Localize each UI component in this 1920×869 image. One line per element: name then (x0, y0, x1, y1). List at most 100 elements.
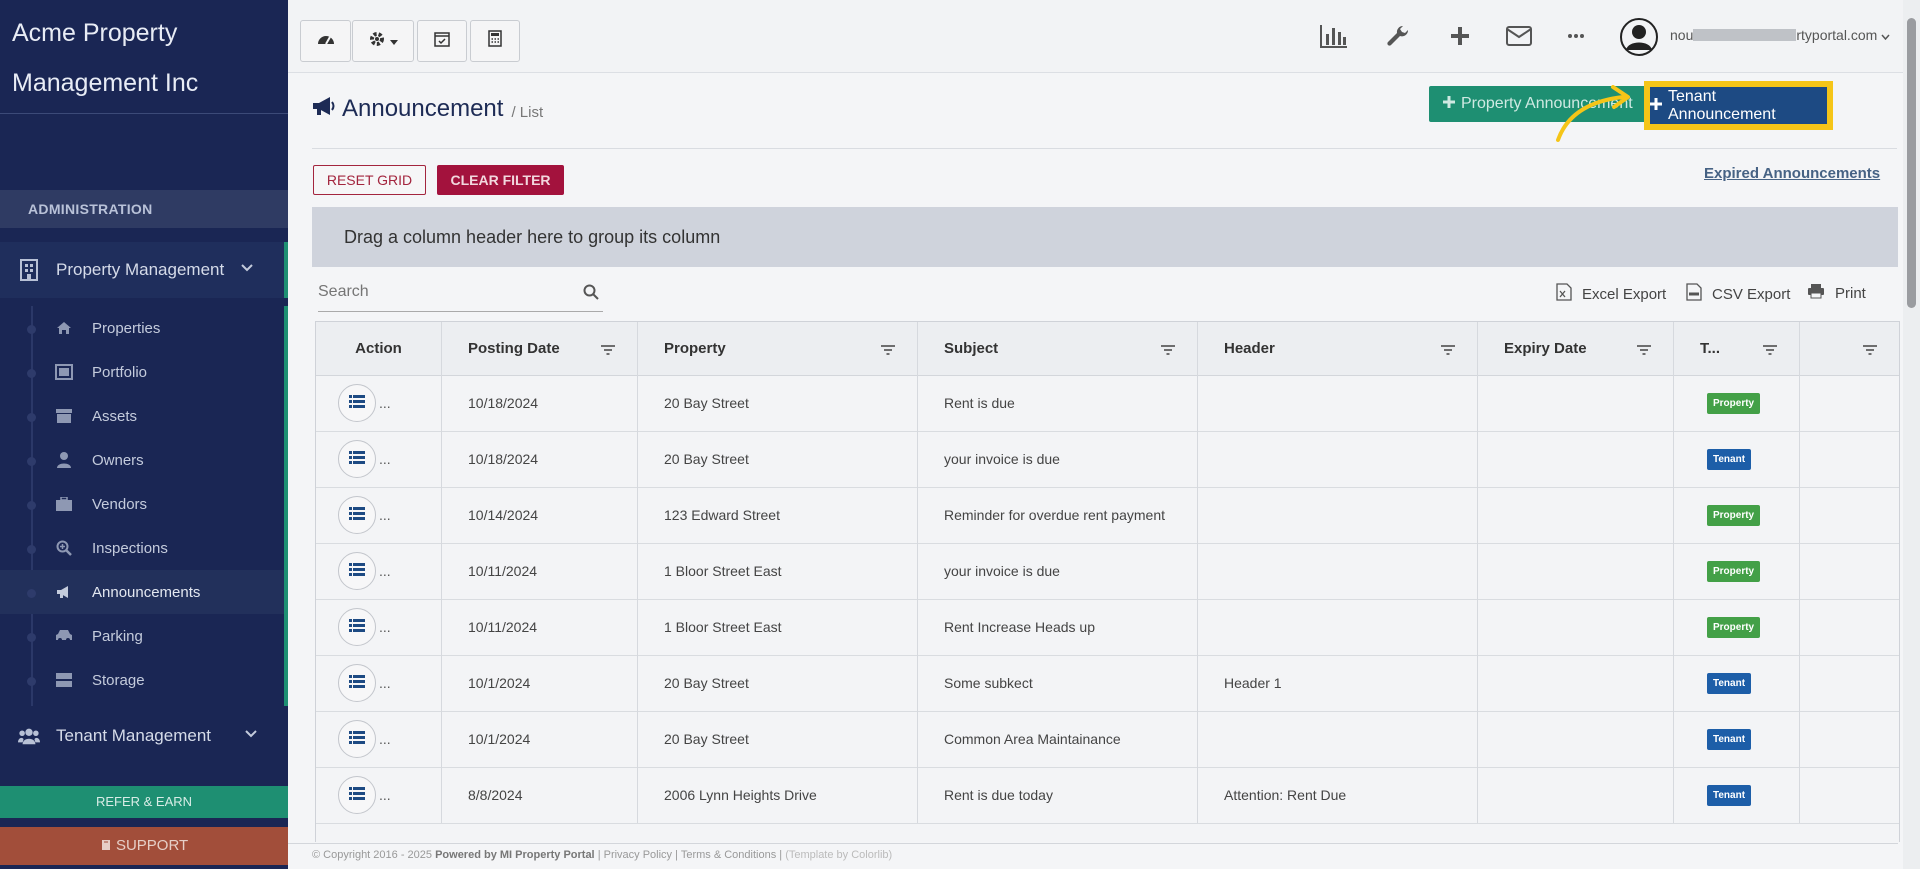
table-row[interactable]: ... 10/11/2024 1 Bloor Street East your inv… (316, 543, 1899, 600)
subject-cell: your invoice is due (918, 543, 1198, 599)
column-header-label: Action (355, 340, 402, 357)
column-header-expiry-date[interactable]: Expiry Date (1478, 322, 1674, 375)
sidebar-item-label: Properties (92, 319, 161, 337)
header-cell (1198, 487, 1478, 543)
table-row[interactable]: ... 10/18/2024 20 Bay Street Rent is due Pro… (316, 375, 1899, 432)
row-more-indicator[interactable]: ... (379, 563, 391, 579)
print-button[interactable]: Print (1807, 283, 1866, 303)
calendar-button[interactable] (417, 20, 467, 62)
sidebar-item-inspections[interactable]: Inspections (0, 526, 284, 570)
nav-dot (27, 413, 36, 422)
tenant-announcement-label: Tenant Announcement (1668, 87, 1776, 123)
users-icon (18, 725, 40, 747)
column-header-header[interactable]: Header (1198, 322, 1478, 375)
row-actions-button[interactable] (338, 496, 376, 534)
calculator-button[interactable] (470, 20, 520, 62)
row-actions-button[interactable] (338, 384, 376, 422)
brand-name[interactable]: Acme Property Management Inc (0, 0, 288, 114)
table-row[interactable]: ... 8/8/2024 2006 Lynn Heights Drive Rent i… (316, 767, 1899, 824)
refer-and-earn-button[interactable]: REFER & EARN (0, 786, 288, 818)
plus-icon (1650, 97, 1662, 115)
sidebar-item-portfolio[interactable]: Portfolio (0, 350, 284, 394)
row-more-indicator[interactable]: ... (379, 787, 391, 803)
more-icon[interactable] (1560, 20, 1592, 52)
sidebar-group-tenant-management[interactable]: Tenant Management (0, 708, 288, 764)
filter-icon[interactable] (1637, 342, 1651, 359)
mail-icon[interactable] (1503, 20, 1535, 52)
filter-icon[interactable] (1863, 342, 1877, 359)
add-icon[interactable] (1444, 20, 1476, 52)
filter-icon[interactable] (1161, 342, 1175, 359)
reports-chart-icon[interactable] (1318, 20, 1350, 52)
filter-icon[interactable] (1441, 342, 1455, 359)
page-scrollbar[interactable] (1903, 0, 1920, 869)
clear-filter-button[interactable]: CLEAR FILTER (437, 165, 564, 195)
row-actions-button[interactable] (338, 552, 376, 590)
sidebar-item-owners[interactable]: Owners (0, 438, 284, 482)
table-row[interactable]: ... 10/1/2024 20 Bay Street Some subkect Hea… (316, 655, 1899, 712)
row-actions-button[interactable] (338, 664, 376, 702)
reset-grid-button[interactable]: RESET GRID (313, 165, 426, 195)
user-menu[interactable]: nou rtyportal.com (1670, 27, 1890, 43)
sidebar-group-property-management[interactable]: Property Management (0, 242, 288, 298)
column-header-posting-date[interactable]: Posting Date (442, 322, 638, 375)
dashboard-button[interactable] (300, 20, 351, 62)
row-actions-button[interactable] (338, 720, 376, 758)
list-icon (349, 731, 365, 747)
footer-powered-by[interactable]: Powered by MI Property Portal (435, 849, 595, 861)
sidebar-item-vendors[interactable]: Vendors (0, 482, 284, 526)
column-header-property[interactable]: Property (638, 322, 918, 375)
settings-dropdown-button[interactable] (352, 20, 414, 62)
group-by-drop-zone[interactable]: Drag a column header here to group its c… (312, 207, 1898, 267)
csv-export-button[interactable]: CSV Export (1686, 283, 1790, 305)
excel-export-button[interactable]: Excel Export (1556, 283, 1666, 305)
table-row[interactable]: ... 10/11/2024 1 Bloor Street East Rent Inc… (316, 599, 1899, 656)
filter-icon[interactable] (1763, 342, 1777, 359)
posting-date-cell: 10/1/2024 (442, 655, 638, 711)
scrollbar-thumb[interactable] (1907, 18, 1916, 308)
brand-line-2: Management Inc (12, 69, 199, 97)
tenant-announcement-button[interactable]: Tenant Announcement (1650, 87, 1827, 124)
sidebar-item-label: Parking (92, 627, 143, 645)
row-more-indicator[interactable]: ... (379, 675, 391, 691)
row-actions-button[interactable] (338, 776, 376, 814)
row-more-indicator[interactable]: ... (379, 619, 391, 635)
column-header-action[interactable]: Action (316, 322, 442, 375)
property-cell: 1 Bloor Street East (638, 599, 918, 655)
row-more-indicator[interactable]: ... (379, 731, 391, 747)
subject-cell: Some subkect (918, 655, 1198, 711)
footer-links[interactable]: | Privacy Policy | Terms & Conditions | (598, 849, 782, 861)
sidebar-item-announcements[interactable]: Announcements (0, 570, 284, 614)
sidebar-item-assets[interactable]: Assets (0, 394, 284, 438)
search-input[interactable] (318, 276, 568, 308)
column-header-type[interactable]: T... (1674, 322, 1800, 375)
action-cell: ... (316, 767, 442, 823)
row-more-indicator[interactable]: ... (379, 395, 391, 411)
filter-icon[interactable] (601, 342, 615, 359)
table-row[interactable]: ... 10/14/2024 123 Edward Street Reminder f… (316, 487, 1899, 544)
column-header-extra[interactable] (1800, 322, 1899, 375)
wrench-icon[interactable] (1382, 20, 1414, 52)
row-more-indicator[interactable]: ... (379, 451, 391, 467)
avatar[interactable] (1620, 18, 1658, 56)
sidebar-item-properties[interactable]: Properties (0, 306, 284, 350)
filter-icon[interactable] (881, 342, 895, 359)
table-row[interactable]: ... 10/1/2024 20 Bay Street Common Area Mai… (316, 711, 1899, 768)
row-actions-button[interactable] (338, 440, 376, 478)
portfolio-icon (55, 363, 73, 381)
sidebar-group-label: Property Management (56, 260, 225, 279)
sidebar-item-storage[interactable]: Storage (0, 658, 284, 702)
search-icon[interactable] (583, 284, 599, 305)
expired-announcements-link[interactable]: Expired Announcements (1704, 165, 1880, 182)
subject-cell: Reminder for overdue rent payment (918, 487, 1198, 543)
row-actions-button[interactable] (338, 608, 376, 646)
nav-dot (27, 677, 36, 686)
footer-copyright: © Copyright 2016 - 2025 (312, 849, 433, 861)
action-cell: ... (316, 655, 442, 711)
table-row[interactable]: ... 10/18/2024 20 Bay Street your invoice i… (316, 431, 1899, 488)
arrow-pointer-annotation (1556, 85, 1630, 142)
row-more-indicator[interactable]: ... (379, 507, 391, 523)
sidebar-item-parking[interactable]: Parking (0, 614, 284, 658)
column-header-subject[interactable]: Subject (918, 322, 1198, 375)
support-button[interactable]: SUPPORT (0, 827, 288, 865)
